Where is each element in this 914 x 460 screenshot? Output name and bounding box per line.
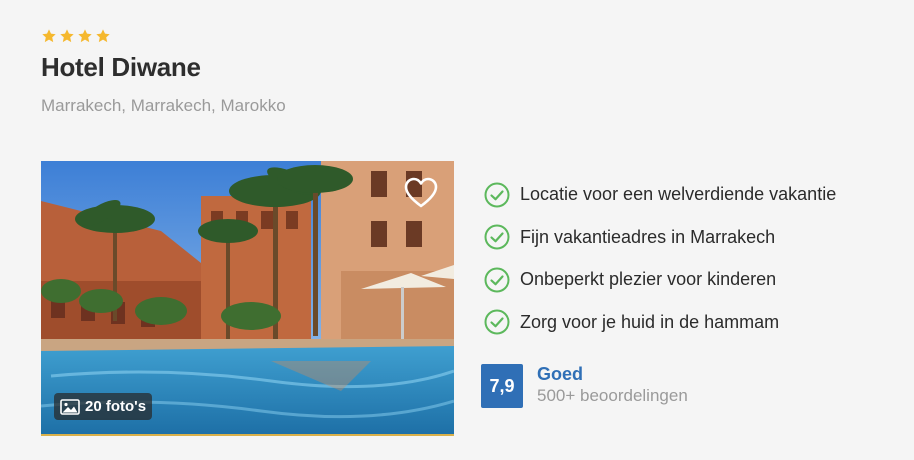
hotel-name[interactable]: Hotel Diwane [41,52,201,83]
usp-text: Locatie voor een welverdiende vakantie [520,184,837,204]
hotel-location: Marrakech, Marrakech, Marokko [41,96,286,115]
star-icon [42,29,56,43]
check-circle-icon [484,182,510,207]
image-icon [60,398,80,415]
review-rating[interactable]: 7,9 Goed 500+ beoordelingen [481,364,688,408]
rating-score-badge[interactable]: 7,9 [481,364,523,408]
star-rating [41,28,111,44]
review-count: 500+ beoordelingen [537,386,688,405]
rating-text: Goed 500+ beoordelingen [537,364,688,408]
rating-label[interactable]: Goed [537,364,688,384]
photo-count-button[interactable]: 20 foto's [54,393,153,420]
usp-text: Zorg voor je huid in de hammam [520,311,780,332]
photo-count-label: 20 foto's [85,398,147,415]
star-icon [60,29,74,43]
usp-item: Fijn vakantieadres in Marrakech [484,224,836,250]
check-circle-icon [484,224,510,250]
hotel-photo[interactable]: 20 foto's [41,161,454,436]
usp-item: Locatie voor een welverdiende vakantie [484,182,836,207]
usp-text: Fijn vakantieadres in Marrakech [520,226,776,247]
usp-item: Zorg voor je huid in de hammam [484,309,836,335]
usp-list: Locatie voor een welverdiende vakantie F… [484,182,836,352]
star-icon [96,29,110,43]
usp-text: Onbeperkt plezier voor kinderen [520,269,777,289]
check-circle-icon [484,309,510,335]
heart-outline-icon[interactable] [404,177,438,209]
check-circle-icon [484,267,510,292]
usp-item: Onbeperkt plezier voor kinderen [484,267,836,292]
star-icon [78,29,92,43]
